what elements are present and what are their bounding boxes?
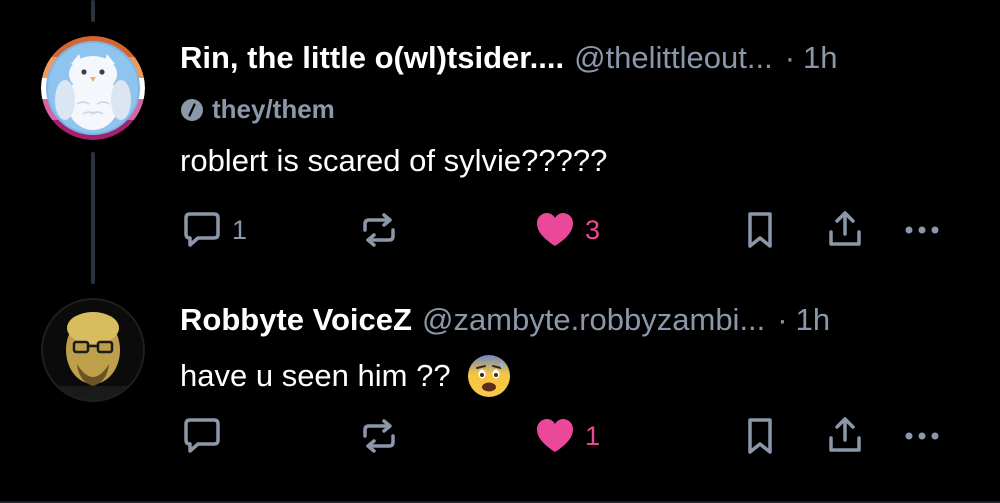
like-button[interactable]: 1: [533, 416, 600, 456]
pronouns-icon: [181, 98, 203, 121]
separator-dot: ·: [777, 302, 788, 337]
thread-line: [91, 152, 95, 284]
fearful-face-emoji-icon: [467, 355, 510, 397]
repost-button[interactable]: [357, 416, 401, 456]
avatar[interactable]: [41, 298, 145, 402]
reply-icon: [184, 418, 220, 453]
reply-button[interactable]: [180, 416, 224, 456]
more-options-button[interactable]: [902, 416, 942, 456]
share-icon: [829, 417, 861, 452]
post-actions: 1 3: [180, 210, 960, 250]
handle[interactable]: @zambyte.robbyzambi...: [422, 302, 765, 338]
post-header: Rin, the little o(wl)tsider.... @thelitt…: [180, 40, 838, 76]
pronouns-label: they/them: [212, 94, 335, 124]
more-icon: [905, 432, 939, 440]
timestamp[interactable]: 1h: [796, 302, 830, 338]
person-avatar-icon: [41, 298, 145, 402]
repost-icon: [363, 419, 395, 453]
like-button[interactable]: 3: [533, 210, 600, 250]
display-name[interactable]: Rin, the little o(wl)tsider....: [180, 40, 564, 76]
bookmark-button[interactable]: [742, 210, 778, 250]
owl-avatar-icon: [41, 36, 145, 140]
bookmark-button[interactable]: [742, 416, 778, 456]
share-button[interactable]: [825, 210, 865, 250]
post-actions: 1: [180, 416, 960, 456]
repost-button[interactable]: [357, 210, 401, 250]
reply-button[interactable]: 1: [180, 210, 247, 250]
bookmark-icon: [748, 418, 772, 454]
reply-icon: [184, 212, 220, 247]
share-button[interactable]: [825, 416, 865, 456]
timestamp[interactable]: 1h: [803, 40, 837, 76]
post-text: have u seen him ??: [180, 354, 511, 398]
post-header: Robbyte VoiceZ @zambyte.robbyzambi... · …: [180, 302, 830, 338]
avatar[interactable]: [41, 36, 145, 140]
like-count: 1: [585, 420, 601, 451]
handle[interactable]: @thelittleout...: [574, 40, 773, 76]
more-options-button[interactable]: [902, 210, 942, 250]
more-icon: [905, 226, 939, 234]
post[interactable]: Rin, the little o(wl)tsider.... @thelitt…: [0, 0, 1000, 290]
like-count: 3: [585, 214, 601, 245]
bookmark-icon: [748, 212, 772, 248]
pronouns-tag: they/them: [180, 94, 335, 125]
display-name[interactable]: Robbyte VoiceZ: [180, 302, 412, 338]
post-body: roblert is scared of sylvie?????: [180, 143, 608, 178]
reply-count: 1: [232, 214, 248, 245]
share-icon: [829, 211, 861, 246]
repost-icon: [363, 213, 395, 247]
separator-dot: ·: [784, 40, 796, 75]
post[interactable]: Robbyte VoiceZ @zambyte.robbyzambi... · …: [0, 290, 1000, 503]
post-text: roblert is scared of sylvie?????: [180, 143, 607, 179]
heart-filled-icon: [537, 419, 573, 452]
heart-filled-icon: [537, 213, 573, 246]
post-body: have u seen him ??: [180, 358, 451, 393]
